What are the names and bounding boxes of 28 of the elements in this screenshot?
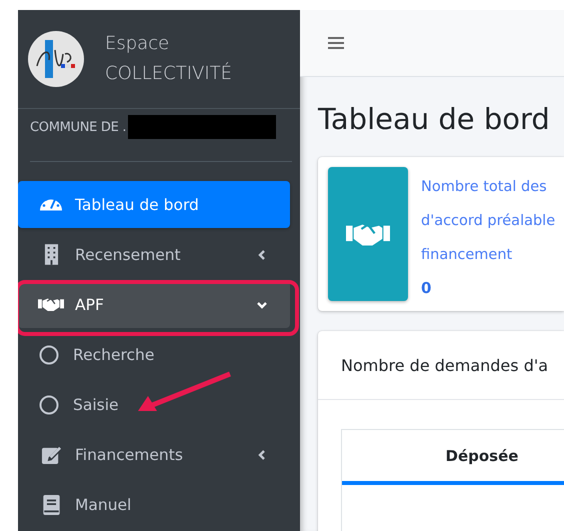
nav-item[interactable]: Tableau de bord — [18, 181, 290, 228]
count-value: 0 — [421, 279, 432, 297]
logo-icon[interactable] — [27, 30, 85, 88]
panel-title: Nombre de demandes d'a — [341, 356, 548, 374]
circle-icon — [39, 344, 59, 364]
info-text: financement — [421, 246, 514, 265]
brand-text: Espace — [105, 32, 170, 56]
info-text: d'accord préalable — [421, 212, 556, 231]
nav-item[interactable]: Saisie — [18, 381, 290, 428]
caret-icon — [256, 248, 268, 260]
page-title: Tableau de bord — [318, 101, 551, 137]
circle-icon — [39, 394, 59, 414]
nav-item[interactable]: Recherche — [18, 331, 290, 378]
nav-item[interactable]: APF — [18, 281, 290, 328]
menu-icon[interactable] — [328, 36, 344, 50]
nav-item[interactable]: Manuel — [18, 481, 290, 528]
edit-icon — [40, 444, 62, 465]
brand-text: COLLECTIVITÉ — [105, 62, 232, 86]
nav-item[interactable]: Financements — [18, 431, 290, 478]
info-text: Nombre total des — [421, 178, 548, 197]
gauge-icon — [39, 198, 63, 210]
user-name: COMMUNE DE . — [30, 120, 126, 134]
column-header: Déposée — [444, 446, 520, 467]
caret-icon — [256, 448, 268, 460]
handshake-icon — [38, 296, 64, 313]
nav-item[interactable]: Recensement — [18, 231, 290, 278]
book-icon — [42, 494, 60, 514]
building-icon — [44, 244, 58, 265]
